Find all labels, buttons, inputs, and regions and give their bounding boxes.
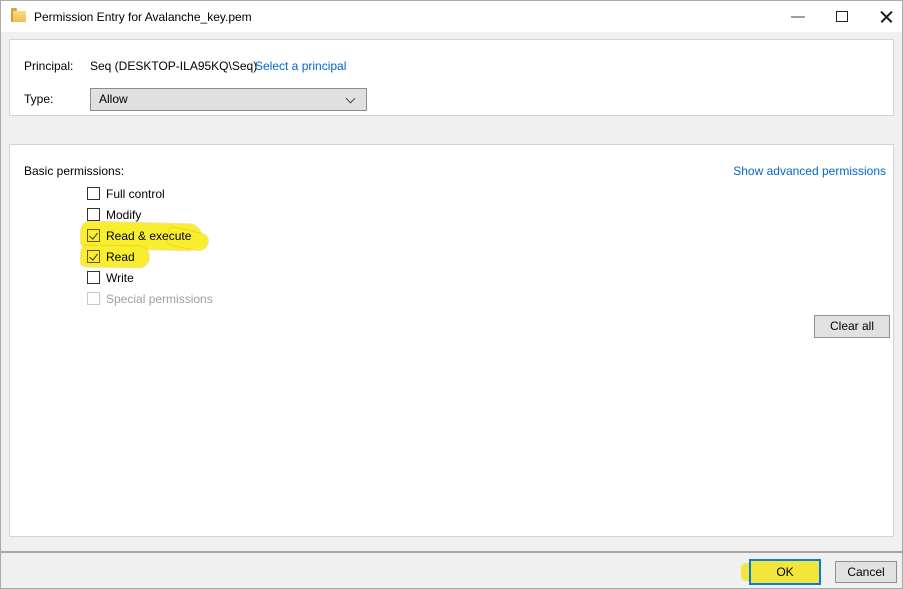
permission-row-read-execute: Read & execute bbox=[87, 228, 191, 244]
basic-permissions-label: Basic permissions: bbox=[24, 164, 124, 178]
footer-divider bbox=[1, 551, 903, 553]
maximize-button[interactable] bbox=[825, 1, 859, 32]
checkbox-label: Write bbox=[106, 271, 134, 285]
checkbox-read-execute[interactable] bbox=[87, 229, 100, 242]
cancel-button[interactable]: Cancel bbox=[835, 561, 897, 583]
checkbox-write[interactable] bbox=[87, 271, 100, 284]
principal-label: Principal: bbox=[24, 59, 73, 73]
show-advanced-permissions-link[interactable]: Show advanced permissions bbox=[733, 164, 886, 178]
select-principal-link[interactable]: Select a principal bbox=[255, 59, 346, 73]
permission-row-read: Read bbox=[87, 249, 135, 265]
permission-entry-dialog: Permission Entry for Avalanche_key.pem P… bbox=[0, 0, 903, 589]
principal-value: Seq (DESKTOP-ILA95KQ\Seq) bbox=[90, 59, 257, 73]
checkbox-modify[interactable] bbox=[87, 208, 100, 221]
maximize-icon bbox=[836, 11, 848, 22]
folder-icon bbox=[11, 11, 26, 22]
minimize-icon bbox=[791, 16, 805, 18]
permission-row-write: Write bbox=[87, 270, 134, 286]
permission-row-modify: Modify bbox=[87, 207, 141, 223]
checkbox-label: Read & execute bbox=[106, 229, 191, 243]
title-bar: Permission Entry for Avalanche_key.pem bbox=[1, 1, 902, 32]
checkbox-full-control[interactable] bbox=[87, 187, 100, 200]
checkbox-read[interactable] bbox=[87, 250, 100, 263]
clear-all-button[interactable]: Clear all bbox=[814, 315, 890, 338]
basic-permissions-panel: Basic permissions: Show advanced permiss… bbox=[9, 144, 894, 537]
principal-type-panel: Principal: Seq (DESKTOP-ILA95KQ\Seq) Sel… bbox=[9, 39, 894, 116]
minimize-button[interactable] bbox=[781, 1, 815, 32]
chevron-down-icon bbox=[346, 94, 356, 104]
checkbox-label: Special permissions bbox=[106, 292, 213, 306]
ok-button[interactable]: OK bbox=[749, 559, 821, 585]
checkbox-label: Modify bbox=[106, 208, 141, 222]
type-dropdown-value: Allow bbox=[99, 92, 128, 106]
window-title: Permission Entry for Avalanche_key.pem bbox=[34, 10, 252, 24]
checkbox-label: Full control bbox=[106, 187, 165, 201]
checkbox-label: Read bbox=[106, 250, 135, 264]
permission-row-full-control: Full control bbox=[87, 186, 165, 202]
permission-row-special-permissions: Special permissions bbox=[87, 291, 213, 307]
type-label: Type: bbox=[24, 92, 53, 106]
type-dropdown[interactable]: Allow bbox=[90, 88, 367, 111]
close-button[interactable] bbox=[869, 1, 903, 32]
checkbox-special-permissions bbox=[87, 292, 100, 305]
